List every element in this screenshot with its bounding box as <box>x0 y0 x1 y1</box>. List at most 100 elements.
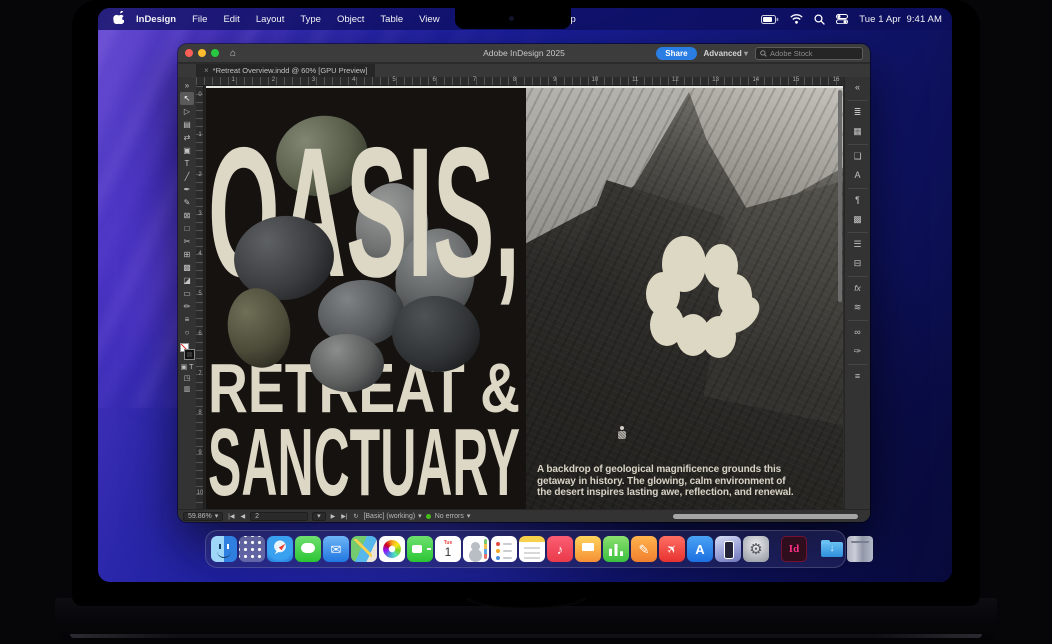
menu-table[interactable]: Table <box>372 14 411 25</box>
dock-rocket-icon[interactable]: ✈ <box>659 536 685 562</box>
collapse-panels-icon[interactable]: « <box>848 79 868 95</box>
document-canvas[interactable]: OASIS, RETREAT & SANCTUARY <box>204 86 843 509</box>
gradient-tool-icon[interactable]: ▩ <box>180 261 194 274</box>
close-window-button[interactable] <box>185 49 193 57</box>
menu-object[interactable]: Object <box>329 14 372 25</box>
cc-libraries-panel-icon[interactable]: ▦ <box>848 123 868 139</box>
page-number-field[interactable]: 2 <box>250 512 308 521</box>
minimize-window-button[interactable] <box>198 49 206 57</box>
last-page-button[interactable]: ▶| <box>340 513 348 520</box>
hand-tool-icon[interactable]: ≡ <box>180 313 194 326</box>
dock-maps-icon[interactable] <box>351 536 377 562</box>
menu-layout[interactable]: Layout <box>248 14 293 25</box>
zoom-level-control[interactable]: 59.86% ▾ <box>183 512 223 521</box>
text-wrap-panel-icon[interactable]: ≡ <box>848 364 868 384</box>
stroke-swatch[interactable] <box>185 350 194 359</box>
page-tool-icon[interactable]: ▤ <box>180 118 194 131</box>
dock-keynote-icon[interactable] <box>575 536 601 562</box>
dock-notes-icon[interactable] <box>519 536 545 562</box>
menu-file[interactable]: File <box>184 14 215 25</box>
wifi-icon[interactable] <box>790 14 803 24</box>
frame-tool-icon[interactable]: ⊠ <box>180 209 194 222</box>
home-icon[interactable]: ⌂ <box>230 48 236 59</box>
pencil-tool-icon[interactable]: ✎ <box>180 196 194 209</box>
previous-page-button[interactable]: ◀ <box>239 513 246 520</box>
collapse-tools-icon[interactable]: » <box>180 79 194 92</box>
dock-settings-icon[interactable]: ⚙ <box>743 536 769 562</box>
dock-contacts-icon[interactable] <box>463 536 489 562</box>
zoom-window-button[interactable] <box>211 49 219 57</box>
note-tool-icon[interactable]: ▭ <box>180 287 194 300</box>
document-tab[interactable]: × *Retreat Overview.indd @ 60% [GPU Prev… <box>196 64 375 77</box>
line-tool-icon[interactable]: ╱ <box>180 170 194 183</box>
scissors-tool-icon[interactable]: ✂ <box>180 235 194 248</box>
properties-panel-icon[interactable]: ≣ <box>848 100 868 120</box>
dock-downloads-icon[interactable]: ↓ <box>819 536 845 562</box>
zoom-tool-icon[interactable]: ○ <box>180 326 194 339</box>
type-tool-icon[interactable]: T <box>180 157 194 170</box>
pen-tool-icon[interactable]: ✒ <box>180 183 194 196</box>
menu-indesign[interactable]: InDesign <box>128 14 184 25</box>
dock-iphone-icon[interactable] <box>715 536 741 562</box>
apple-menu[interactable] <box>108 11 128 27</box>
preflight-profile[interactable]: [Basic] (working) ▾ <box>363 512 421 520</box>
pages-panel-icon[interactable]: ❏ <box>848 144 868 164</box>
dock-pages-icon[interactable]: ✎ <box>631 536 657 562</box>
eyedropper-tool-icon[interactable]: ✏ <box>180 300 194 313</box>
dock-music-icon[interactable]: ♪ <box>547 536 573 562</box>
dock-trash-icon[interactable] <box>847 536 873 562</box>
battery-icon[interactable] <box>761 15 779 24</box>
page-menu[interactable]: ▾ <box>312 512 326 521</box>
first-page-button[interactable]: |◀ <box>227 513 235 520</box>
control-center-icon[interactable] <box>836 14 848 24</box>
effects-panel-icon[interactable]: fx <box>848 276 868 296</box>
rotate-spread-icon[interactable]: ↻ <box>352 513 359 520</box>
free-transform-tool-icon[interactable]: ⊞ <box>180 248 194 261</box>
close-tab-icon[interactable]: × <box>204 66 209 75</box>
menu-edit[interactable]: Edit <box>215 14 247 25</box>
preflight-errors[interactable]: No errors ▾ <box>435 512 471 520</box>
selection-tool-icon[interactable]: ↖ <box>180 92 194 105</box>
dock-facetime-icon[interactable] <box>407 536 433 562</box>
align-panel-icon[interactable]: ⊟ <box>848 255 868 271</box>
dock-appstore-icon[interactable]: A <box>687 536 713 562</box>
default-fill-stroke-icon[interactable]: ◳ <box>180 373 194 384</box>
dock-indesign-icon[interactable]: Id <box>781 536 807 562</box>
gradient-feather-tool-icon[interactable]: ◪ <box>180 274 194 287</box>
menu-bar-clock[interactable]: Tue 1 Apr 9:41 AM <box>859 14 942 25</box>
menu-type[interactable]: Type <box>292 14 329 25</box>
vertical-scrollbar[interactable] <box>838 90 842 302</box>
dock-safari-icon[interactable] <box>267 536 293 562</box>
dock-calendar-icon[interactable]: Tue1 <box>435 536 461 562</box>
search-icon[interactable] <box>814 14 825 25</box>
pages-glyph: ✎ <box>639 543 650 556</box>
rectangle-tool-icon[interactable]: □ <box>180 222 194 235</box>
window-titlebar[interactable]: ⌂ Adobe InDesign 2025 Share Advanced ▾ A… <box>178 44 870 63</box>
workspace-switcher[interactable]: Advanced ▾ <box>704 49 748 58</box>
gap-tool-icon[interactable]: ⇄ <box>180 131 194 144</box>
content-collector-tool-icon[interactable]: ▣ <box>180 144 194 157</box>
paragraph-panel-icon[interactable]: ☰ <box>848 232 868 252</box>
stroke-panel-icon[interactable]: ✑ <box>848 343 868 359</box>
formatting-container-icon[interactable]: ▣ T <box>180 362 194 373</box>
dock-photos-icon[interactable] <box>379 536 405 562</box>
screen-mode-icon[interactable]: ▥ <box>180 384 194 395</box>
next-page-button[interactable]: ▶ <box>330 513 337 520</box>
share-button[interactable]: Share <box>656 47 696 60</box>
horizontal-scrollbar[interactable] <box>673 514 858 519</box>
swatches-panel-icon[interactable]: ▩ <box>848 211 868 227</box>
links-panel-icon[interactable]: ∞ <box>848 320 868 340</box>
layers-panel-icon[interactable]: ≋ <box>848 299 868 315</box>
dock-launchpad-icon[interactable] <box>239 536 265 562</box>
dock-messages-icon[interactable] <box>295 536 321 562</box>
paragraph-styles-panel-icon[interactable]: ¶ <box>848 188 868 208</box>
direct-selection-tool-icon[interactable]: ▷ <box>180 105 194 118</box>
dock-reminders-icon[interactable] <box>491 536 517 562</box>
character-panel-icon[interactable]: A <box>848 167 868 183</box>
menu-view[interactable]: View <box>411 14 447 25</box>
dock-finder-icon[interactable] <box>211 536 237 562</box>
dock-mail-icon[interactable]: ✉ <box>323 536 349 562</box>
fill-stroke-swatches[interactable] <box>180 343 194 359</box>
dock-numbers-icon[interactable] <box>603 536 629 562</box>
adobe-stock-search[interactable]: Adobe Stock <box>755 47 863 60</box>
